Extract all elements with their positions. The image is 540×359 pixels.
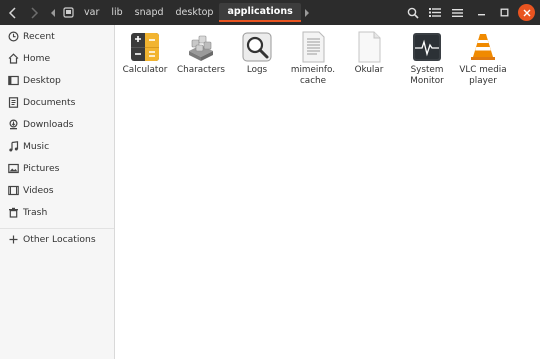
back-button[interactable] bbox=[3, 3, 22, 22]
sidebar-item-trash[interactable]: Trash bbox=[0, 202, 114, 222]
breadcrumb-desktop[interactable]: desktop bbox=[170, 3, 220, 22]
drive-icon bbox=[63, 7, 74, 18]
list-view-icon bbox=[429, 8, 441, 17]
file-item-system-monitor[interactable]: System Monitor bbox=[398, 29, 456, 87]
chevron-left-small-icon bbox=[51, 8, 55, 17]
trash-icon bbox=[8, 207, 19, 218]
file-label: Characters bbox=[176, 65, 225, 75]
chevron-left-icon bbox=[8, 6, 16, 19]
breadcrumb: var lib snapd desktop applications bbox=[47, 3, 313, 22]
file-label: System Monitor bbox=[410, 65, 444, 86]
file-label: mimeinfo. cache bbox=[290, 65, 336, 86]
file-label: VLC media player bbox=[459, 65, 507, 86]
breadcrumb-snapd[interactable]: snapd bbox=[129, 3, 170, 22]
sidebar-item-label: Downloads bbox=[23, 118, 74, 130]
sidebar-item-label: Home bbox=[23, 52, 51, 64]
maximize-button[interactable] bbox=[496, 4, 513, 21]
breadcrumb-scroll-left[interactable] bbox=[47, 3, 59, 22]
breadcrumb-lib[interactable]: lib bbox=[105, 3, 128, 22]
pictures-icon bbox=[8, 163, 19, 174]
sidebar-item-music[interactable]: Music bbox=[0, 136, 114, 156]
file-item-logs[interactable]: Logs bbox=[228, 29, 286, 76]
system-monitor-icon bbox=[413, 33, 441, 61]
close-button[interactable] bbox=[518, 4, 535, 21]
file-label: Okular bbox=[354, 65, 384, 75]
places-sidebar: Recent Home Desktop Documents Downloads … bbox=[0, 25, 115, 359]
sidebar-item-home[interactable]: Home bbox=[0, 48, 114, 68]
desktop-icon bbox=[8, 75, 19, 86]
sidebar-item-recent[interactable]: Recent bbox=[0, 26, 114, 46]
breadcrumb-root-drive[interactable] bbox=[59, 3, 78, 22]
close-icon bbox=[523, 9, 530, 16]
clock-icon bbox=[8, 30, 19, 42]
plus-icon bbox=[8, 234, 19, 245]
vlc-cone-icon bbox=[471, 34, 495, 60]
sidebar-item-label: Videos bbox=[23, 184, 54, 196]
music-icon bbox=[8, 140, 19, 152]
breadcrumb-scroll-right[interactable] bbox=[301, 3, 313, 22]
chevron-right-small-icon bbox=[304, 8, 309, 17]
breadcrumb-applications[interactable]: applications bbox=[219, 3, 301, 22]
search-icon bbox=[407, 7, 419, 19]
sidebar-item-documents[interactable]: Documents bbox=[0, 92, 114, 112]
text-file-icon bbox=[302, 31, 325, 63]
sidebar-item-label: Pictures bbox=[23, 162, 60, 174]
sidebar-item-label: Other Locations bbox=[23, 233, 96, 245]
sidebar-item-other-locations[interactable]: Other Locations bbox=[0, 229, 114, 249]
calculator-icon bbox=[131, 33, 159, 61]
sidebar-item-label: Recent bbox=[23, 30, 55, 42]
search-button[interactable] bbox=[403, 3, 423, 22]
file-item-characters[interactable]: Characters bbox=[172, 29, 230, 76]
sidebar-item-downloads[interactable]: Downloads bbox=[0, 114, 114, 134]
file-view: Calculator Characters Logs mimeinfo. cac… bbox=[115, 25, 540, 359]
sidebar-item-videos[interactable]: Videos bbox=[0, 180, 114, 200]
documents-icon bbox=[8, 96, 19, 108]
menu-button[interactable] bbox=[447, 3, 467, 22]
document-file-icon bbox=[358, 31, 381, 63]
forward-button[interactable] bbox=[24, 3, 43, 22]
file-item-mimeinfo-cache[interactable]: mimeinfo. cache bbox=[284, 29, 342, 87]
sidebar-item-pictures[interactable]: Pictures bbox=[0, 158, 114, 178]
breadcrumb-var[interactable]: var bbox=[78, 3, 105, 22]
characters-icon bbox=[189, 35, 213, 61]
sidebar-item-label: Desktop bbox=[23, 74, 61, 86]
home-icon bbox=[8, 52, 19, 64]
chevron-right-icon bbox=[30, 6, 38, 19]
minimize-icon bbox=[478, 14, 485, 16]
file-item-vlc-media-player[interactable]: VLC media player bbox=[454, 29, 512, 87]
maximize-icon bbox=[500, 8, 509, 17]
videos-icon bbox=[8, 185, 19, 196]
sidebar-item-label: Music bbox=[23, 140, 50, 152]
file-item-calculator[interactable]: Calculator bbox=[116, 29, 174, 76]
view-toggle-button[interactable] bbox=[425, 3, 445, 22]
file-manager-window: var lib snapd desktop applications Recen… bbox=[0, 0, 540, 359]
minimize-button[interactable] bbox=[473, 4, 490, 21]
logs-icon bbox=[242, 32, 272, 62]
file-item-okular[interactable]: Okular bbox=[340, 29, 398, 76]
sidebar-item-label: Trash bbox=[23, 206, 48, 218]
file-label: Logs bbox=[246, 65, 268, 75]
sidebar-item-label: Documents bbox=[23, 96, 76, 108]
file-label: Calculator bbox=[122, 65, 168, 75]
sidebar-item-desktop[interactable]: Desktop bbox=[0, 70, 114, 90]
header-bar: var lib snapd desktop applications bbox=[0, 0, 540, 25]
download-icon bbox=[8, 118, 19, 130]
hamburger-menu-icon bbox=[451, 8, 463, 17]
